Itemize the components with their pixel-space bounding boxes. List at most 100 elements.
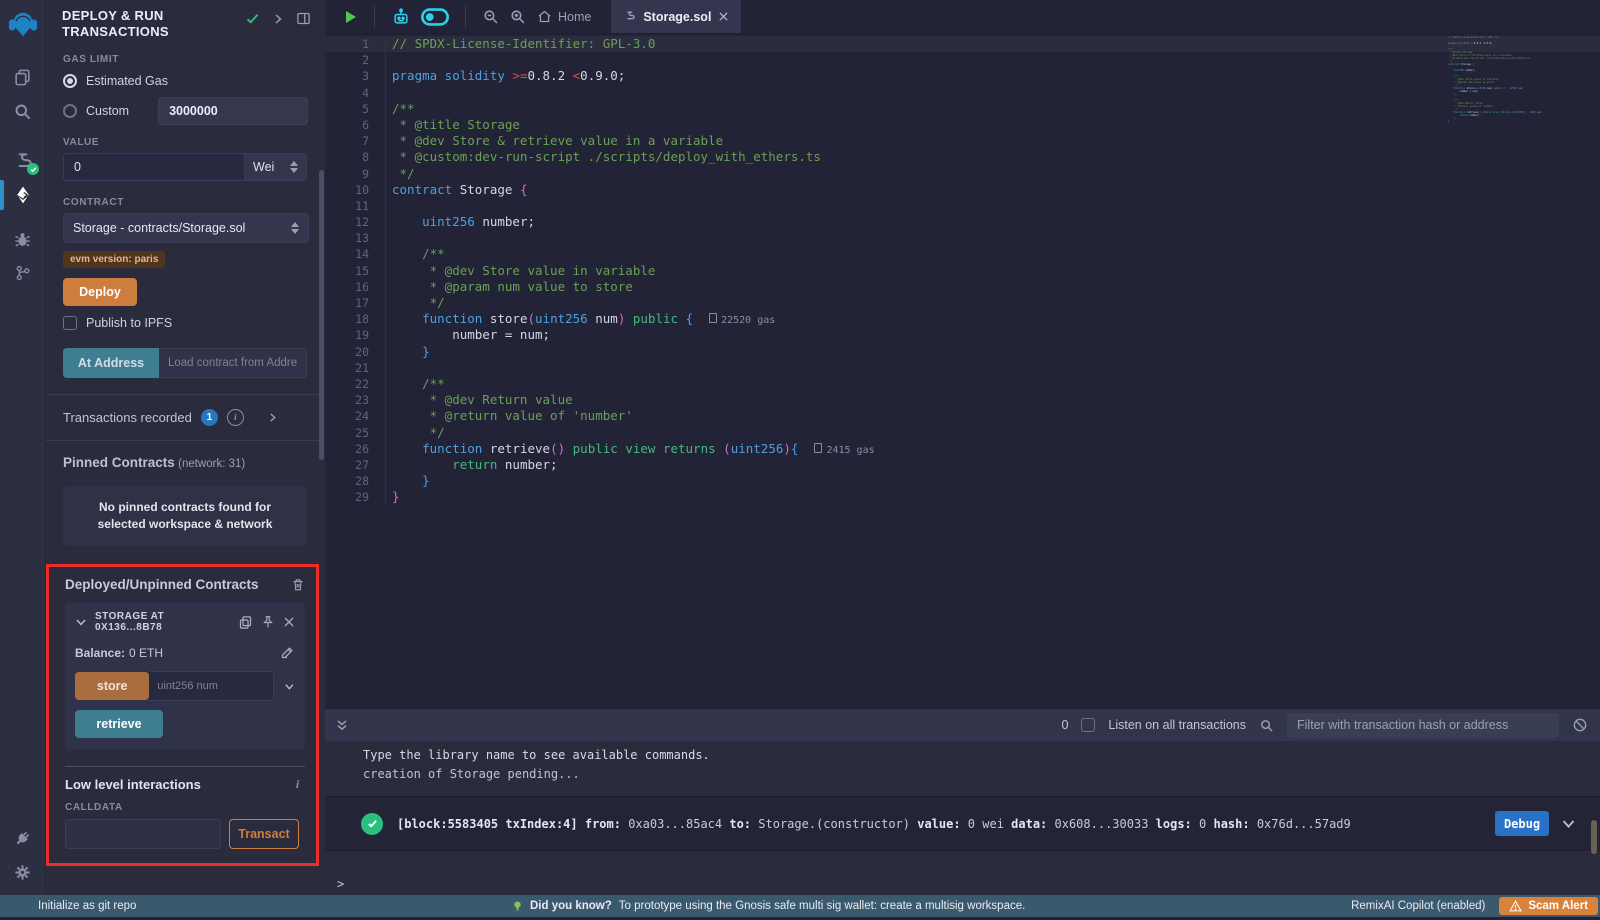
line-number: 7 xyxy=(325,133,385,149)
run-script-button[interactable] xyxy=(342,9,358,25)
code-line[interactable]: 26 function retrieve() public view retur… xyxy=(325,441,1600,457)
code-line: } xyxy=(1448,120,1514,123)
transaction-filter-input[interactable] xyxy=(1287,713,1559,738)
sidebar-item-search[interactable] xyxy=(0,94,45,128)
sidebar-item-plugin-manager[interactable] xyxy=(0,821,45,855)
chevron-right-icon[interactable] xyxy=(272,13,284,25)
code-line[interactable]: 10contract Storage { xyxy=(325,182,1600,198)
columns-icon[interactable] xyxy=(296,11,311,26)
code-line[interactable]: 11 xyxy=(325,198,1600,214)
line-number: 13 xyxy=(325,230,385,246)
code-line[interactable]: 6 * @title Storage xyxy=(325,117,1600,133)
code-line[interactable]: 20 } xyxy=(325,344,1600,360)
git-init-status[interactable]: Initialize as git repo xyxy=(38,900,136,912)
chevron-down-icon[interactable] xyxy=(284,680,295,693)
custom-gas-input[interactable] xyxy=(158,97,308,125)
pinned-empty-message: No pinned contracts found for selected w… xyxy=(63,486,307,546)
copy-icon[interactable] xyxy=(238,615,253,630)
copilot-status[interactable]: RemixAI Copilot (enabled) xyxy=(1351,900,1485,912)
zoom-in-button[interactable] xyxy=(509,8,526,25)
code-text: */ xyxy=(385,166,415,182)
code-line[interactable]: 5/** xyxy=(325,101,1600,117)
double-chevron-down-icon[interactable] xyxy=(335,718,349,732)
custom-gas-radio[interactable] xyxy=(63,104,77,118)
code-line[interactable]: 25 */ xyxy=(325,425,1600,441)
robot-icon xyxy=(391,7,411,27)
listen-all-transactions-checkbox[interactable] xyxy=(1081,718,1095,732)
code-line[interactable]: 21 xyxy=(325,360,1600,376)
code-line[interactable]: 17 */ xyxy=(325,295,1600,311)
store-function-button[interactable]: store xyxy=(75,672,149,700)
chevron-down-icon[interactable] xyxy=(75,616,87,628)
code-text: function retrieve() public view returns … xyxy=(385,441,875,457)
code-line[interactable]: 1// SPDX-License-Identifier: GPL-3.0 xyxy=(325,36,1600,52)
tab-label: Storage.sol xyxy=(643,10,711,24)
deploy-button[interactable]: Deploy xyxy=(63,278,137,306)
code-line[interactable]: 27 return number; xyxy=(325,457,1600,473)
sidebar-item-git[interactable] xyxy=(0,256,45,290)
chevron-right-icon[interactable] xyxy=(267,412,278,423)
code-line[interactable]: 19 number = num; xyxy=(325,327,1600,343)
at-address-input[interactable] xyxy=(159,348,307,378)
scam-alert-button[interactable]: Scam Alert xyxy=(1499,897,1598,915)
sidebar-item-solidity-compiler[interactable] xyxy=(0,144,45,178)
calldata-input[interactable] xyxy=(65,819,221,849)
code-line[interactable]: 9 */ xyxy=(325,166,1600,182)
code-line[interactable]: 8 * @custom:dev-run-script ./scripts/dep… xyxy=(325,149,1600,165)
transact-button[interactable]: Transact xyxy=(229,819,299,849)
value-input[interactable] xyxy=(63,153,244,181)
code-line[interactable]: 12 uint256 number; xyxy=(325,214,1600,230)
ai-copilot-button[interactable] xyxy=(391,7,411,27)
code-line[interactable]: 4 xyxy=(325,85,1600,101)
publish-ipfs-checkbox[interactable] xyxy=(63,316,77,330)
chevron-down-icon[interactable] xyxy=(1561,816,1576,831)
retrieve-function-button[interactable]: retrieve xyxy=(75,710,163,738)
zoom-out-button[interactable] xyxy=(482,8,499,25)
store-argument-input[interactable] xyxy=(149,671,274,701)
sidebar-item-file-explorer[interactable] xyxy=(0,60,45,94)
close-icon[interactable] xyxy=(718,11,729,22)
transaction-log-row[interactable]: [block:5583405 txIndex:4] from: 0xa03...… xyxy=(325,796,1600,851)
code-line[interactable]: 14 /** xyxy=(325,246,1600,262)
remix-logo[interactable] xyxy=(0,2,45,46)
debug-button[interactable]: Debug xyxy=(1495,811,1549,836)
code-line[interactable]: 3pragma solidity >=0.8.2 <0.9.0; xyxy=(325,68,1600,84)
ban-icon[interactable] xyxy=(1572,717,1588,733)
info-icon[interactable]: i xyxy=(290,777,305,792)
code-editor[interactable]: 1// SPDX-License-Identifier: GPL-3.023pr… xyxy=(325,34,1600,505)
home-tab-button[interactable]: Home xyxy=(537,9,591,24)
code-text: uint256 number; xyxy=(385,214,535,230)
info-icon[interactable]: i xyxy=(227,409,244,426)
value-unit-select[interactable]: Wei xyxy=(244,153,307,181)
terminal-prompt[interactable]: > xyxy=(325,851,1600,891)
code-line[interactable]: 16 * @param num value to store xyxy=(325,279,1600,295)
code-line[interactable]: 24 * @return value of 'number' xyxy=(325,408,1600,424)
terminal-output[interactable]: Type the library name to see available c… xyxy=(325,741,1600,891)
transactions-recorded-row[interactable]: Transactions recorded 1 i xyxy=(45,395,325,440)
code-line[interactable]: 29} xyxy=(325,489,1600,505)
code-line[interactable]: 23 * @dev Return value xyxy=(325,392,1600,408)
at-address-button[interactable]: At Address xyxy=(63,348,159,378)
code-line[interactable]: 15 * @dev Store value in variable xyxy=(325,263,1600,279)
sidebar-item-deploy-run[interactable] xyxy=(0,178,45,212)
panel-scrollbar[interactable] xyxy=(319,170,324,460)
close-icon[interactable] xyxy=(283,616,295,628)
estimated-gas-radio[interactable] xyxy=(63,74,77,88)
code-line[interactable]: 22 /** xyxy=(325,376,1600,392)
editor-toolbar: Home Storage.sol xyxy=(325,0,1600,34)
edit-icon[interactable] xyxy=(280,645,295,660)
sidebar-item-debugger[interactable] xyxy=(0,222,45,256)
code-line[interactable]: 18 function store(uint256 num) public {2… xyxy=(325,311,1600,327)
tab-storage-sol[interactable]: Storage.sol xyxy=(611,0,741,33)
pin-icon[interactable] xyxy=(261,615,275,629)
trash-icon[interactable] xyxy=(291,577,305,592)
copilot-toggle[interactable] xyxy=(421,8,449,26)
editor-minimap[interactable]: // SPDX-License-Identifier: GPL-3.0pragm… xyxy=(1448,36,1514,123)
code-line[interactable]: 2 xyxy=(325,52,1600,68)
contract-select[interactable]: Storage - contracts/Storage.sol xyxy=(63,213,309,243)
code-line[interactable]: 28 } xyxy=(325,473,1600,489)
sidebar-item-settings[interactable] xyxy=(0,855,45,889)
code-line[interactable]: 13 xyxy=(325,230,1600,246)
terminal-scrollbar[interactable] xyxy=(1591,820,1597,854)
code-line[interactable]: 7 * @dev Store & retrieve value in a var… xyxy=(325,133,1600,149)
